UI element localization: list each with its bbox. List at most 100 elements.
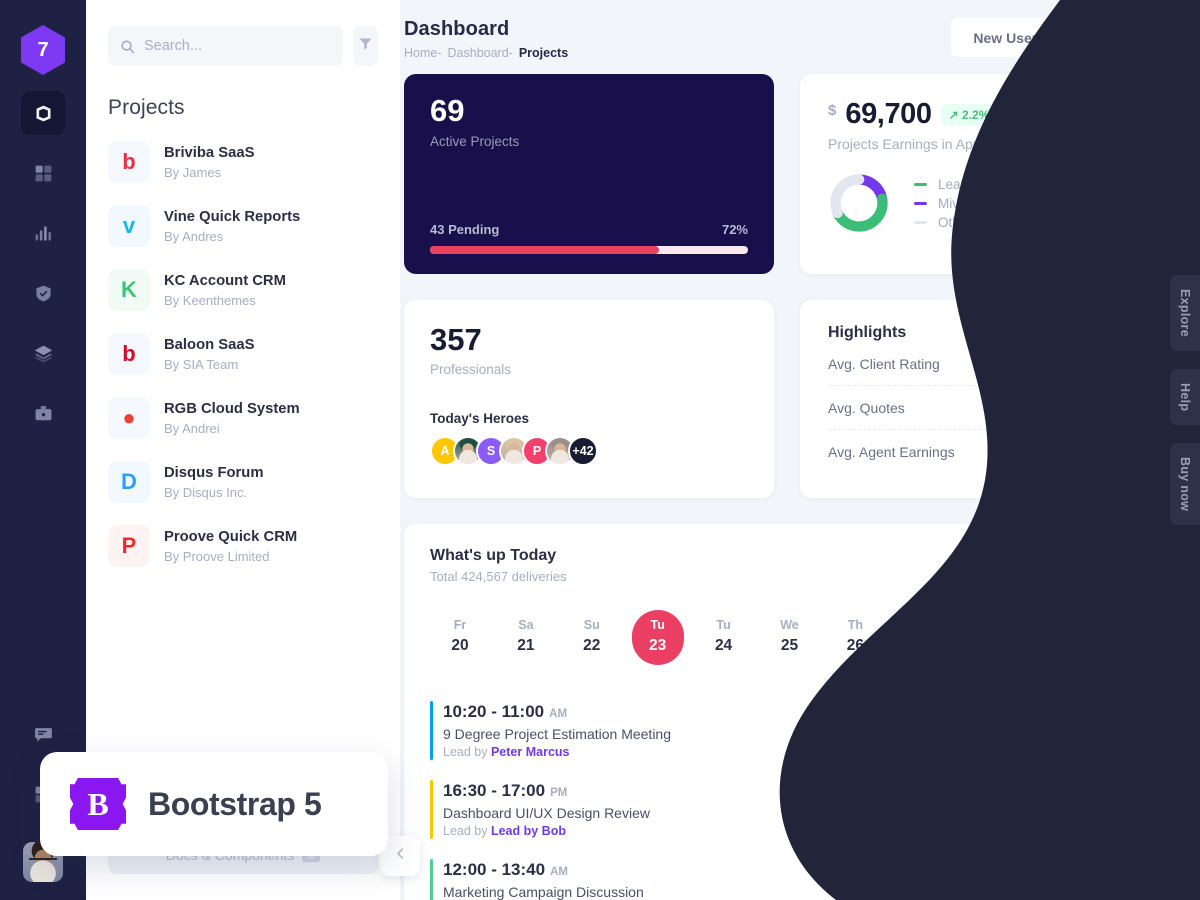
legend-dash-icon: [914, 182, 927, 186]
highlight-value-group: ↗ $2,309: [1082, 443, 1147, 460]
filter-button[interactable]: [353, 26, 378, 66]
grid-icon: [34, 164, 53, 183]
highlight-row: Avg. Quotes ↙ 730: [828, 386, 1147, 430]
calendar-day[interactable]: We 25: [763, 610, 815, 665]
project-logo-icon: b: [108, 141, 150, 183]
event-name: 9 Degree Project Estimation Meeting: [443, 726, 671, 742]
highlight-value: 7.8/10: [1106, 355, 1147, 372]
earnings-subtitle: Projects Earnings in April: [828, 136, 984, 152]
event-color-bar: [430, 701, 433, 760]
event-time: 12:00 - 13:40 AM: [443, 860, 568, 879]
topbar-titles: Dashboard Home- Dashboard- Projects: [404, 18, 568, 60]
calendar-day[interactable]: Th 26: [829, 610, 881, 665]
active-projects-number: 69: [430, 93, 465, 128]
rail-item-grid[interactable]: [21, 151, 65, 195]
active-projects-footer: 43 Pending 72%: [430, 222, 748, 254]
heroes-more-count[interactable]: +42: [568, 435, 598, 466]
legend-dash-icon: [914, 220, 927, 224]
side-tabs: Explore Help Buy now: [1156, 275, 1200, 526]
calendar-day-name: Th: [847, 618, 863, 632]
avatar-glasses: [29, 858, 57, 864]
highlight-row: Avg. Agent Earnings ↗ $2,309: [828, 430, 1147, 473]
calendar-day-name: We: [780, 618, 799, 632]
legend-row: Leaf CRM $7,660: [914, 177, 1147, 192]
rail-item-layers[interactable]: [21, 331, 65, 375]
bootstrap-logo-letter: B: [87, 785, 109, 822]
project-list-item[interactable]: D Disqus Forum By Disqus Inc.: [108, 450, 378, 514]
project-logo-icon: P: [108, 525, 150, 567]
cards-row-1: 69 Active Projects 43 Pending 72% $ 69,7…: [404, 74, 1175, 274]
event-lead-link[interactable]: Peter Marcus: [491, 745, 570, 759]
project-author: By Andrei: [164, 421, 220, 437]
whats-up-titles: What's up Today Total 424,567 deliveries: [430, 547, 567, 584]
breadcrumb-item[interactable]: Dashboard-: [448, 46, 513, 60]
calendar-day[interactable]: Sa 28: [961, 610, 1013, 665]
day-strip: Fr 20 Sa 21 Su 22 Tu 23 Tu 24 We 25 Th 26 Fri 27 Sa 28 Su 2…: [430, 610, 1149, 665]
project-name: Briviba SaaS: [164, 144, 255, 161]
side-tab-buy-now[interactable]: Buy now: [1170, 443, 1200, 526]
earnings-headline: $ 69,700 ↗ 2.2%: [828, 98, 1147, 131]
rail-item-analytics[interactable]: [21, 211, 65, 255]
app-logo-label: 7: [37, 38, 49, 61]
event-time: 16:30 - 17:00 PM: [443, 781, 568, 800]
earnings-body: Leaf CRM $7,660 Mivy App $2,820 Others $45,25…: [828, 172, 1147, 234]
event-view-button[interactable]: View: [1080, 871, 1149, 900]
calendar-day-number: 29: [1044, 637, 1062, 654]
event-name: Dashboard UI/UX Design Review: [443, 805, 650, 821]
event-view-button[interactable]: View: [1080, 792, 1149, 827]
active-projects-label: Active Projects: [430, 133, 520, 149]
calendar-day-name: Mo: [1109, 618, 1128, 632]
new-user-button[interactable]: New User: [951, 18, 1060, 57]
calendar-day[interactable]: Tu 23: [631, 610, 684, 665]
search-input[interactable]: [144, 38, 331, 54]
project-name: Baloon SaaS: [164, 336, 255, 353]
project-list-item[interactable]: P Proove Quick CRM By Proove Limited: [108, 514, 378, 578]
chart-bars-icon: [34, 224, 53, 243]
project-logo-icon: b: [108, 333, 150, 375]
trend-arrow-icon: ↙: [1102, 399, 1114, 415]
project-list-item[interactable]: ● RGB Cloud System By Andrei: [108, 386, 378, 450]
highlight-label: Avg. Quotes: [828, 399, 905, 416]
calendar-day[interactable]: Fri 27: [895, 610, 947, 665]
event-view-button[interactable]: View: [1080, 713, 1149, 748]
professionals-label: Professionals: [430, 361, 512, 377]
event-color-bar: [430, 780, 433, 839]
rail-item-security[interactable]: [21, 271, 65, 315]
currency-symbol: $: [828, 102, 837, 119]
calendar-day[interactable]: Mo 30: [1093, 610, 1145, 665]
rail-item-briefcase[interactable]: [21, 391, 65, 435]
project-list-item[interactable]: b Baloon SaaS By SIA Team: [108, 322, 378, 386]
search-icon: [120, 39, 135, 54]
project-logo-icon: D: [108, 461, 150, 503]
calendar-day[interactable]: Su 22: [566, 610, 618, 665]
side-tab-explore[interactable]: Explore: [1170, 275, 1200, 351]
professionals-card: 357 Professionals Today's Heroes A S P +42: [404, 300, 774, 498]
legend-value: $7,660: [1105, 176, 1147, 192]
event-lead-link[interactable]: Lead by Bob: [491, 824, 566, 838]
breadcrumb-item[interactable]: Home-: [404, 46, 442, 60]
pending-label: 43 Pending: [430, 222, 500, 237]
highlight-value: 730: [1122, 399, 1147, 416]
side-tab-help[interactable]: Help: [1170, 368, 1200, 426]
project-list-item[interactable]: K KC Account CRM By Keenthemes: [108, 258, 378, 322]
report-center-button[interactable]: Report Cecnter: [1019, 547, 1149, 582]
search-box[interactable]: [108, 26, 343, 66]
calendar-day[interactable]: Tu 24: [698, 610, 750, 665]
legend-value: $2,820: [1105, 195, 1147, 211]
calendar-day[interactable]: Fr 20: [434, 610, 486, 665]
calendar-day[interactable]: Su 29: [1027, 610, 1079, 665]
project-name: KC Account CRM: [164, 272, 286, 289]
app-logo[interactable]: 7: [21, 25, 65, 75]
layers-icon: [34, 344, 53, 363]
breadcrumb-item[interactable]: Projects: [519, 46, 568, 60]
calendar-day[interactable]: Sa 21: [500, 610, 552, 665]
new-goal-button[interactable]: New Goal: [1067, 18, 1175, 57]
project-list-item[interactable]: b Briviba SaaS By James: [108, 130, 378, 194]
project-name: Vine Quick Reports: [164, 208, 301, 225]
rail-item-chat[interactable]: [21, 712, 65, 756]
whats-up-subtitle: Total 424,567 deliveries: [430, 569, 567, 584]
rail-item-dashboard[interactable]: [21, 91, 65, 135]
heroes-title: Today's Heroes: [430, 410, 529, 426]
project-list-item[interactable]: v Vine Quick Reports By Andres: [108, 194, 378, 258]
professionals-number: 357: [430, 322, 482, 357]
